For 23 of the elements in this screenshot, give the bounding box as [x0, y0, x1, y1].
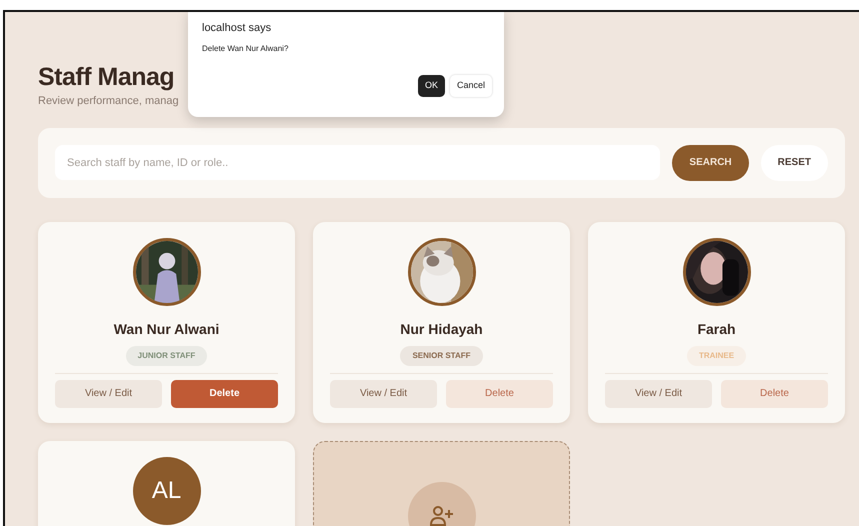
dialog-title: localhost says	[202, 21, 272, 36]
ok-button[interactable]: OK	[418, 74, 445, 96]
delete-button[interactable]: Delete	[721, 380, 828, 408]
view-edit-button[interactable]: View / Edit	[605, 380, 712, 408]
role-badge: JUNIOR STAFF	[126, 346, 208, 366]
staff-name: Wan Nur Alwani	[114, 320, 220, 338]
delete-button[interactable]: Delete	[446, 380, 553, 408]
page-title: Staff Manag	[38, 62, 174, 92]
view-edit-button[interactable]: View / Edit	[330, 380, 437, 408]
staff-name: Nur Hidayah	[400, 320, 483, 339]
search-field[interactable]: Search staff by name, ID or role..	[55, 145, 660, 180]
dialog-message: Delete Wan Nur Alwani?	[202, 42, 290, 54]
view-edit-button[interactable]: View / Edit	[55, 380, 162, 408]
role-badge: SENIOR STAFF	[400, 346, 483, 366]
role-badge: TRAINEE	[686, 346, 746, 366]
cancel-button[interactable]: Cancel	[450, 74, 492, 96]
avatar-initials: AL	[132, 456, 200, 524]
search-button[interactable]: SEARCH	[672, 144, 749, 180]
page-subtitle: Review performance, manag	[38, 94, 179, 109]
delete-button[interactable]: Delete	[171, 380, 278, 408]
staff-name: Farah	[697, 320, 736, 338]
reset-button[interactable]: RESET	[760, 144, 828, 180]
add-user-icon	[428, 504, 454, 526]
